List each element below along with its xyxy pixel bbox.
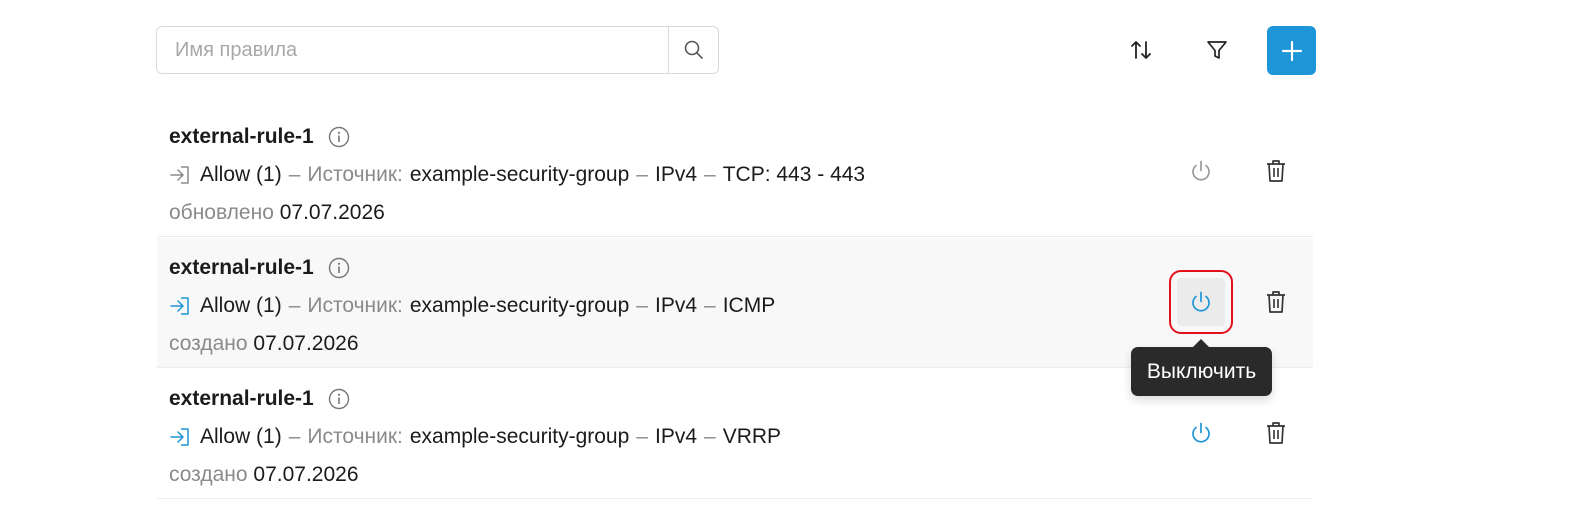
delete-button[interactable] — [1252, 147, 1300, 195]
rule-action: Allow (1) — [200, 294, 282, 317]
inbound-arrow-icon — [169, 296, 191, 316]
tooltip: Выключить — [1131, 339, 1272, 396]
separator: – — [704, 163, 716, 186]
rule-action: Allow (1) — [200, 163, 282, 186]
rule-date: 07.07.2026 — [253, 332, 359, 355]
date-label: создано — [169, 463, 248, 486]
date-label: создано — [169, 332, 248, 355]
rule-date: 07.07.2026 — [279, 201, 385, 224]
disable-toggle-button[interactable] — [1177, 409, 1225, 457]
inbound-arrow-icon — [169, 427, 191, 447]
separator: – — [636, 163, 648, 186]
separator: – — [704, 294, 716, 317]
separator: – — [288, 163, 301, 186]
plus-icon — [1281, 40, 1302, 61]
rule-source: example-security-group — [409, 163, 630, 186]
rule-ip-version: IPv4 — [654, 163, 698, 186]
delete-button[interactable] — [1252, 409, 1300, 457]
search-input[interactable] — [157, 27, 668, 73]
rule-name: external-rule-1 — [169, 256, 314, 279]
rule-ip-version: IPv4 — [654, 294, 698, 317]
rule-date: 07.07.2026 — [253, 463, 359, 486]
separator: – — [288, 425, 301, 448]
source-label: Источник: — [307, 294, 403, 317]
rule-name: external-rule-1 — [169, 387, 314, 410]
source-label: Источник: — [307, 425, 403, 448]
rule-source: example-security-group — [409, 425, 630, 448]
sort-button[interactable] — [1117, 26, 1165, 74]
info-icon[interactable] — [328, 388, 350, 410]
separator: – — [288, 294, 301, 317]
rule-ip-version: IPv4 — [654, 425, 698, 448]
sort-icon — [1131, 41, 1151, 59]
filter-icon — [1207, 41, 1227, 59]
power-icon — [1192, 160, 1210, 181]
search-box — [156, 26, 719, 74]
rule-row: external-rule-1 Allow (1) – Источник: ex… — [157, 107, 1313, 237]
trash-icon — [1267, 422, 1285, 444]
info-icon[interactable] — [328, 257, 350, 279]
info-icon[interactable] — [328, 126, 350, 148]
power-icon — [1192, 422, 1210, 443]
rule-action: Allow (1) — [200, 425, 282, 448]
rule-protocol: ICMP — [722, 294, 776, 317]
rule-source: example-security-group — [409, 294, 630, 317]
rule-name: external-rule-1 — [169, 125, 314, 148]
power-icon — [1192, 291, 1210, 312]
separator: – — [636, 425, 648, 448]
trash-icon — [1267, 160, 1285, 182]
separator: – — [636, 294, 648, 317]
trash-icon — [1267, 291, 1285, 313]
enable-toggle-button[interactable] — [1177, 147, 1225, 195]
date-label: обновлено — [169, 201, 274, 224]
delete-button[interactable] — [1252, 278, 1300, 326]
security-rules-page: external-rule-1 Allow (1) – Источник: ex… — [0, 0, 1583, 507]
rule-protocol: TCP: 443 - 443 — [722, 163, 866, 186]
separator: – — [704, 425, 716, 448]
add-rule-button[interactable] — [1267, 26, 1316, 75]
source-label: Источник: — [307, 163, 403, 186]
search-icon — [684, 40, 703, 59]
search-button[interactable] — [668, 27, 718, 73]
disable-toggle-button[interactable] — [1169, 270, 1233, 334]
rule-protocol: VRRP — [722, 425, 782, 448]
inbound-arrow-icon — [169, 165, 191, 185]
filter-button[interactable] — [1193, 26, 1241, 74]
